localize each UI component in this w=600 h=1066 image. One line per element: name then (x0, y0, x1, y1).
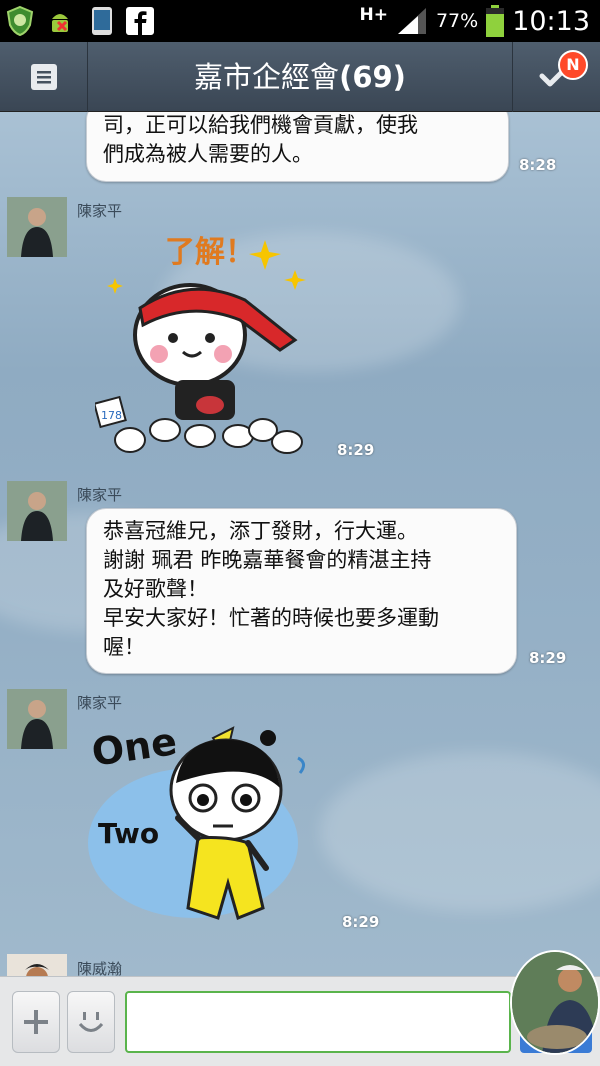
avatar-photo (7, 954, 67, 976)
status-right: H+ 77% 10:13 (359, 0, 590, 42)
avatar[interactable] (7, 954, 67, 976)
shield-app-icon (6, 5, 34, 37)
sender-name: 陳家平 (77, 486, 123, 504)
sticker-text-two: Two (98, 817, 159, 850)
notification-badge: N (558, 50, 588, 80)
avatar-photo (7, 481, 67, 541)
avatar[interactable] (7, 689, 67, 749)
sender-name: 陳威瀚 (77, 960, 123, 976)
add-attachment-button[interactable] (12, 991, 60, 1053)
clock: 10:13 (512, 5, 590, 37)
sticker-caption: 了解！ (165, 235, 255, 270)
smiley-icon (78, 1012, 104, 1032)
salute-sticker[interactable]: 了解！ 178 (95, 230, 320, 460)
floating-contact-photo[interactable] (510, 950, 600, 1055)
background-cloud (320, 752, 600, 912)
one-two-sticker[interactable]: One Two (88, 718, 313, 938)
avatar-photo (7, 197, 67, 257)
network-type: H+ (359, 5, 388, 25)
chat-title: 嘉市企經會(69) (88, 42, 512, 112)
message-input[interactable] (125, 991, 511, 1053)
plus-icon (24, 1010, 48, 1034)
message-input-bar (0, 976, 600, 1066)
facebook-icon (126, 7, 154, 35)
chat-area[interactable]: 司，正可以給我們機會貢獻，使我 們成為被人需要的人。 8:28 陳家平 了解！ … (0, 112, 600, 976)
sticker-button[interactable] (67, 991, 115, 1053)
chat-header: 嘉市企經會(69) N (0, 42, 600, 112)
status-bar: H+ 77% 10:13 (0, 0, 600, 42)
signal-icon (397, 8, 426, 34)
message-time: 8:29 (529, 649, 567, 667)
sticker-badge: 178 (101, 409, 122, 422)
message-time: 8:28 (519, 156, 557, 174)
message-bubble[interactable]: 恭喜冠維兄，添丁發財，行大運。 謝謝 珮君 昨晚嘉華餐會的精湛主持 及好歌聲！ … (86, 508, 517, 674)
member-count: (69) (339, 60, 406, 94)
battery-icon (486, 5, 505, 37)
avatar[interactable] (7, 481, 67, 541)
android-debug-icon (52, 14, 68, 32)
battery-percent: 77% (435, 10, 479, 32)
message-bubble[interactable]: 司，正可以給我們機會貢獻，使我 們成為被人需要的人。 (86, 112, 509, 182)
sticker-text-one: One (89, 719, 179, 774)
contact-photo (512, 952, 598, 1053)
notices-button[interactable]: N (512, 42, 600, 112)
phone-icon (92, 7, 112, 35)
sender-name: 陳家平 (77, 694, 123, 712)
menu-button[interactable] (0, 42, 88, 112)
sender-name: 陳家平 (77, 202, 123, 220)
group-name: 嘉市企經會 (194, 60, 340, 94)
message-time: 8:29 (337, 441, 375, 459)
avatar-photo (7, 689, 67, 749)
message-time: 8:29 (342, 913, 380, 931)
avatar[interactable] (7, 197, 67, 257)
menu-icon (30, 64, 57, 90)
